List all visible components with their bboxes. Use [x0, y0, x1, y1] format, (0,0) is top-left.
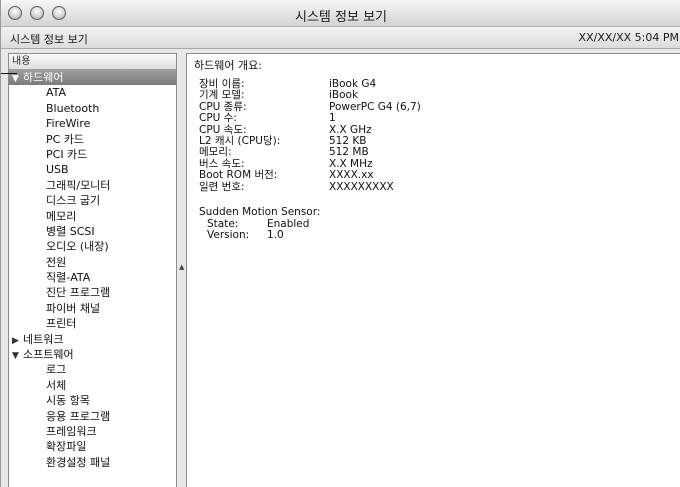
sidebar-item[interactable]: 프린터	[9, 316, 176, 331]
category-tree[interactable]: ▼ 하드웨어 ATA Bluetooth FireWire PC 카드 PCI 카드 USB 그…	[9, 70, 176, 470]
split-view-divider[interactable]: ▲	[177, 53, 186, 487]
sidebar-category[interactable]: ▼ 하드웨어	[9, 70, 176, 86]
sidebar-item[interactable]: 확장파일	[9, 439, 176, 454]
system-profiler-window: 시스템 정보 보기 시스템 정보 보기 XX/XX/XX 5:04 PM 내용 …	[0, 0, 680, 487]
sms-version-label: Version:	[207, 229, 250, 241]
sidebar-item[interactable]: Bluetooth	[9, 101, 176, 116]
property-label: CPU 수:	[199, 112, 237, 125]
sidebar-item[interactable]: 전원	[9, 255, 176, 270]
computer-name: 시스템 정보 보기	[10, 33, 88, 46]
sidebar-item[interactable]: 시동 항목	[9, 393, 176, 408]
sidebar-category[interactable]: ▶ 네트워크	[9, 332, 176, 347]
splitter-grip-icon: ▲	[179, 263, 185, 271]
sidebar-item[interactable]: 환경설정 패널	[9, 455, 176, 470]
sidebar-category-label: 하드웨어	[23, 71, 64, 84]
sidebar-item[interactable]: 디스크 굽기	[9, 193, 176, 208]
sidebar-item[interactable]: 그래픽/모니터	[9, 178, 176, 193]
clock: XX/XX/XX 5:04 PM	[578, 31, 679, 44]
sidebar-item[interactable]: ATA	[9, 85, 176, 100]
sidebar-item[interactable]: 메모리	[9, 209, 176, 224]
property-row: CPU 종류: PowerPC G4 (6,7)	[199, 100, 499, 113]
property-value: XXXX.xx	[329, 169, 374, 182]
sidebar-category-label: 네트워크	[23, 332, 64, 346]
property-row: Boot ROM 버전: XXXX.xx	[199, 169, 499, 182]
sidebar-item[interactable]: FireWire	[9, 116, 176, 131]
sidebar-item[interactable]: 로그	[9, 362, 176, 377]
property-row: 일련 번호: XXXXXXXXX	[199, 180, 499, 193]
detail-pane: 하드웨어 개요: 장비 이름: iBook G4 기계 모델: iBook CPU 종류…	[186, 53, 680, 487]
sidebar-header: 내용	[9, 54, 176, 70]
sidebar-item[interactable]: 파이버 채널	[9, 301, 176, 316]
contents-sidebar[interactable]: 내용 ▼ 하드웨어 ATA Bluetooth FireWire PC 카드 PCI 카드 U…	[8, 53, 177, 487]
sidebar-item[interactable]: USB	[9, 162, 176, 177]
sidebar-item[interactable]: 프레임워크	[9, 424, 176, 439]
property-value: 1	[329, 112, 336, 125]
hardware-properties: 장비 이름: iBook G4 기계 모델: iBook CPU 종류: PowerPC …	[199, 78, 499, 193]
sidebar-item[interactable]: PC 카드	[9, 132, 176, 147]
sidebar-item[interactable]: 응용 프로그램	[9, 409, 176, 424]
info-bar: 시스템 정보 보기 XX/XX/XX 5:04 PM	[1, 27, 680, 49]
detail-heading: 하드웨어 개요:	[194, 59, 262, 72]
sidebar-item[interactable]: 오디오 (내장)	[9, 239, 176, 254]
title-bar[interactable]: 시스템 정보 보기	[1, 0, 680, 27]
property-value: XXXXXXXXX	[329, 180, 394, 193]
sidebar-item[interactable]: 서체	[9, 378, 176, 393]
sidebar-item[interactable]: PCI 카드	[9, 147, 176, 162]
sidebar-item[interactable]: 병렬 SCSI	[9, 224, 176, 239]
sidebar-category-label: 소프트웨어	[23, 348, 74, 362]
sidebar-item[interactable]: 직렬-ATA	[9, 270, 176, 285]
property-label: 일련 번호:	[199, 180, 245, 193]
property-label: Boot ROM 버전:	[199, 169, 278, 182]
sms-version-value: 1.0	[267, 229, 284, 241]
sidebar-item[interactable]: 진단 프로그램	[9, 285, 176, 300]
sidebar-category[interactable]: ▼ 소프트웨어	[9, 347, 176, 362]
callout-line	[1, 73, 17, 74]
window-title: 시스템 정보 보기	[295, 10, 387, 25]
property-value: PowerPC G4 (6,7)	[329, 100, 421, 113]
sms-state-label: State:	[207, 217, 239, 230]
property-row: CPU 수: 1	[199, 112, 499, 125]
sms-version-row: Version: 1.0	[207, 229, 284, 241]
